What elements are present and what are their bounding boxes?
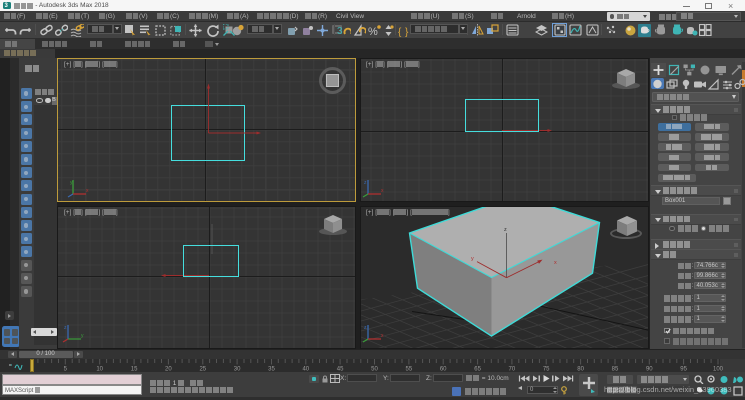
svg-text:y: y [471,256,474,262]
svg-text:z: z [504,227,507,233]
svg-text:z: z [64,325,67,331]
svg-text:y: y [81,333,84,339]
svg-text:x: x [381,333,384,339]
svg-text:%: % [368,26,378,37]
svg-text:z: z [364,180,367,186]
svg-text:z: z [364,325,367,331]
svg-text:{: { [398,27,402,37]
svg-text:x: x [86,188,89,194]
svg-text:x: x [554,260,557,266]
svg-text:3: 3 [337,26,343,37]
svg-text:x: x [381,188,384,194]
svg-text:}: } [405,27,409,37]
